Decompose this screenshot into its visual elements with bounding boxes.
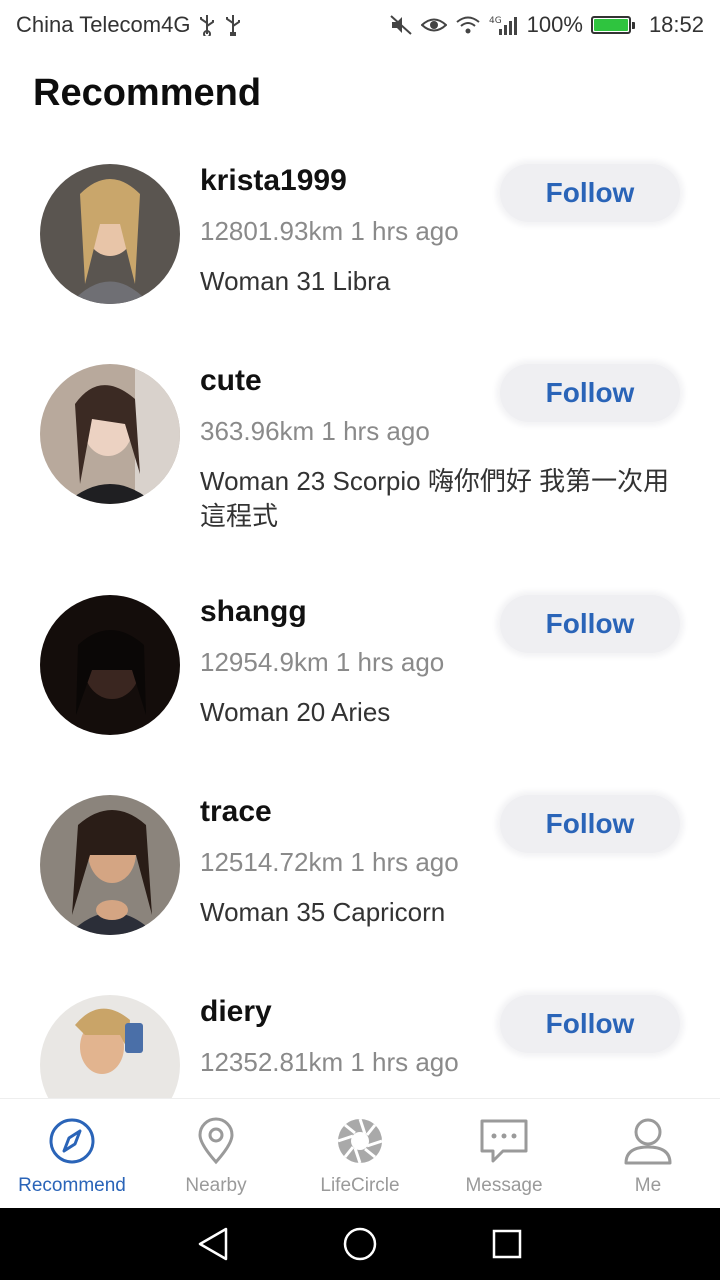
avatar[interactable] bbox=[40, 364, 180, 504]
avatar[interactable] bbox=[40, 995, 180, 1098]
user-bio: Woman 23 Scorpio 嗨你們好 我第一次用這程式 bbox=[200, 466, 670, 531]
user-bio: Woman 31 Libra bbox=[200, 266, 391, 296]
user-bio: Woman 35 Capricorn bbox=[200, 897, 446, 927]
chat-bubble-icon bbox=[478, 1115, 530, 1167]
avatar[interactable] bbox=[40, 595, 180, 735]
avatar[interactable] bbox=[40, 164, 180, 304]
user-bio: Woman 20 Aries bbox=[200, 697, 391, 727]
battery-icon bbox=[590, 16, 635, 34]
tab-lifecircle[interactable]: LifeCircle bbox=[288, 1099, 432, 1208]
follow-button[interactable]: Follow bbox=[500, 995, 680, 1053]
follow-button[interactable]: Follow bbox=[500, 795, 680, 853]
compass-icon bbox=[46, 1115, 98, 1167]
tab-label: Recommend bbox=[18, 1175, 126, 1196]
user-meta: 363.96km 1 hrs ago bbox=[200, 416, 430, 446]
tab-label: Nearby bbox=[185, 1175, 247, 1196]
user-meta: 12801.93km 1 hrs ago bbox=[200, 216, 459, 246]
tab-me[interactable]: Me bbox=[576, 1099, 720, 1208]
battery-percent: 100% bbox=[526, 12, 583, 37]
wifi-icon bbox=[455, 14, 481, 36]
user-meta: 12352.81km 1 hrs ago bbox=[200, 1047, 459, 1077]
back-icon[interactable] bbox=[193, 1224, 233, 1264]
status-right: 4G 100% 18:52 bbox=[389, 12, 704, 38]
username[interactable]: shangg bbox=[200, 595, 307, 629]
user-meta: 12954.9km 1 hrs ago bbox=[200, 647, 445, 677]
status-left: China Telecom4G bbox=[16, 12, 242, 38]
username[interactable]: diery bbox=[200, 995, 272, 1029]
clock: 18:52 bbox=[648, 12, 704, 37]
location-pin-icon bbox=[190, 1115, 242, 1167]
carrier-label: China Telecom4G bbox=[16, 12, 191, 37]
username[interactable]: cute bbox=[200, 364, 262, 398]
username[interactable]: trace bbox=[200, 795, 272, 829]
user-meta: 12514.72km 1 hrs ago bbox=[200, 847, 459, 877]
eye-icon bbox=[420, 14, 447, 36]
person-icon bbox=[622, 1115, 674, 1167]
username[interactable]: krista1999 bbox=[200, 164, 347, 198]
status-bar: China Telecom4G 4G 100% 18:52 bbox=[0, 0, 720, 50]
bottom-tab-bar: Recommend Nearby LifeCircle Message Me bbox=[0, 1098, 720, 1208]
tab-label: LifeCircle bbox=[320, 1175, 400, 1196]
tab-label: Me bbox=[634, 1175, 662, 1196]
tab-nearby[interactable]: Nearby bbox=[144, 1099, 288, 1208]
signal-type-label: 4G bbox=[489, 16, 502, 26]
tab-recommend[interactable]: Recommend bbox=[0, 1099, 144, 1208]
cell-signal-icon: 4G bbox=[489, 14, 519, 36]
tab-label: Message bbox=[465, 1175, 543, 1196]
aperture-icon bbox=[334, 1115, 386, 1167]
system-nav-bar bbox=[0, 1208, 720, 1280]
usb-debug-icon bbox=[224, 14, 242, 36]
usb-icon bbox=[198, 14, 216, 36]
recent-apps-icon[interactable] bbox=[487, 1224, 527, 1264]
home-icon[interactable] bbox=[340, 1224, 380, 1264]
avatar[interactable] bbox=[40, 795, 180, 935]
follow-button[interactable]: Follow bbox=[500, 164, 680, 222]
follow-button[interactable]: Follow bbox=[500, 364, 680, 422]
tab-message[interactable]: Message bbox=[432, 1099, 576, 1208]
follow-button[interactable]: Follow bbox=[500, 595, 680, 653]
user-list[interactable]: krista1999 12801.93km 1 hrs ago Woman 31… bbox=[0, 130, 720, 1098]
mute-icon bbox=[389, 14, 413, 36]
page-title: Recommend bbox=[33, 72, 262, 114]
